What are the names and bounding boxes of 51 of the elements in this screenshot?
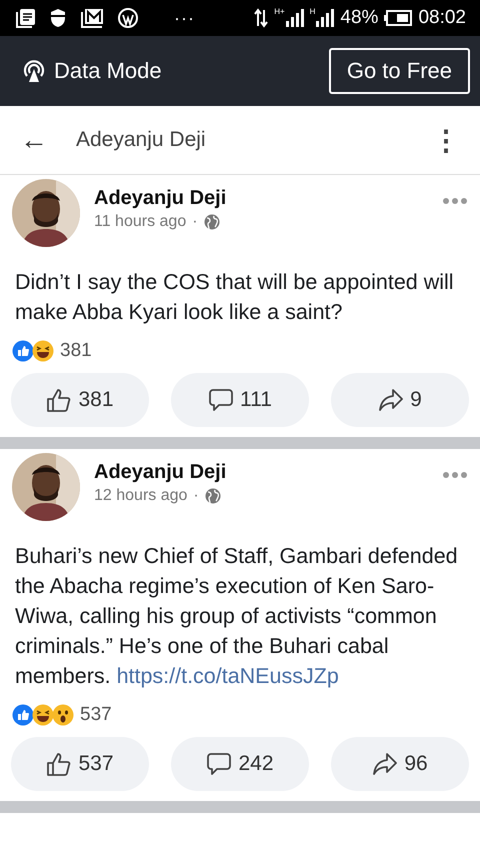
data-mode-label: Data Mode [54, 58, 162, 84]
network-type: H [310, 7, 316, 16]
like-button[interactable]: 381 [11, 373, 149, 427]
reaction-count: 537 [80, 704, 112, 726]
network-type: H+ [274, 7, 285, 16]
broadcast-icon [22, 59, 46, 83]
surprised-reaction-icon [52, 704, 74, 726]
post-text: Buhari’s new Chief of Staff, Gambari defended the Abacha regime’s execution of Ken Saro-Wiwa, calling his group of activists “common criminals.” He’s one of the Buhari cabal members. https://t.co/taNEussJZp [14, 543, 459, 690]
like-button[interactable]: 537 [11, 737, 149, 791]
post-text: Didn’t I say the COS that will be appointed will make Abba Kyari look like a saint? [14, 269, 455, 326]
comment-button[interactable]: 242 [171, 737, 309, 791]
go-to-free-button[interactable]: Go to Free [328, 48, 470, 94]
battery-percent: 48% [340, 7, 378, 29]
separator-dot: · [193, 487, 199, 505]
like-reaction-icon [12, 340, 34, 362]
author-name[interactable]: Adeyanju Deji [94, 187, 226, 210]
post-link[interactable]: https://t.co/taNEussJZp [116, 664, 339, 688]
laughing-reaction-icon [32, 340, 54, 362]
author-name[interactable]: Adeyanju Deji [94, 461, 226, 484]
globe-icon [204, 488, 221, 504]
globe-icon [204, 214, 220, 230]
signal-icon [286, 9, 304, 27]
clock: 08:02 [418, 7, 466, 29]
like-reaction-icon [12, 704, 34, 726]
back-button[interactable]: ← [20, 124, 66, 156]
more-indicator: ··· [174, 8, 195, 28]
shield-icon [50, 8, 66, 28]
laughing-reaction-icon [32, 704, 54, 726]
reaction-count: 381 [60, 340, 92, 362]
share-button[interactable]: 9 [331, 373, 469, 427]
thumbs-up-icon [46, 387, 72, 413]
share-arrow-icon [378, 387, 404, 413]
more-options-icon[interactable] [442, 471, 468, 479]
notes-icon [16, 8, 36, 28]
page-title: Adeyanju Deji [76, 128, 206, 152]
wordpress-icon [118, 8, 138, 28]
signal-icon [316, 9, 334, 27]
separator-dot: · [192, 213, 198, 231]
more-options-icon[interactable] [442, 197, 468, 205]
menu-button[interactable]: ⋮ [432, 124, 460, 156]
post-time: 12 hours ago [94, 487, 188, 505]
speech-bubble-icon [206, 751, 232, 777]
data-transfer-icon [254, 8, 268, 28]
comment-button[interactable]: 111 [171, 373, 309, 427]
thumbs-up-icon [46, 751, 72, 777]
post-time: 11 hours ago [94, 213, 186, 231]
share-button[interactable]: 96 [331, 737, 469, 791]
share-arrow-icon [372, 751, 398, 777]
mail-icon [80, 8, 104, 28]
battery-icon [384, 10, 412, 26]
speech-bubble-icon [208, 387, 234, 413]
